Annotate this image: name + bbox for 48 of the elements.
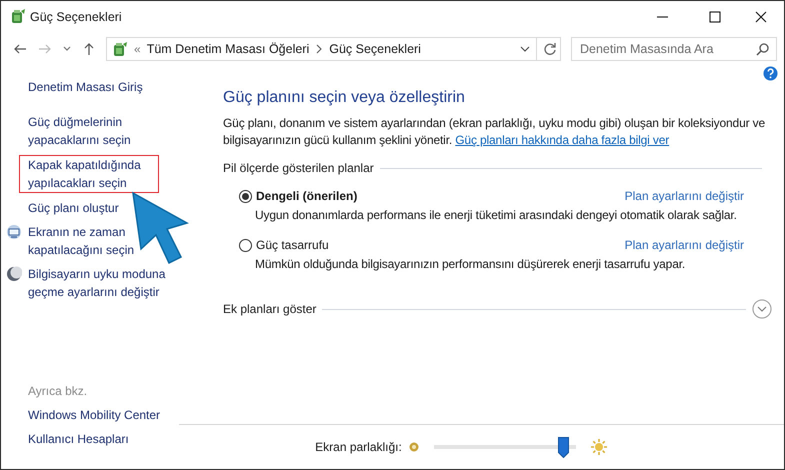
maximize-icon — [709, 10, 721, 22]
plan-description: Mümkün olduğunda bilgisayarınızın performansını düşürerek enerji tasarrufu yapar. — [255, 256, 686, 273]
plan-name: Güç tasarrufu — [256, 238, 329, 252]
description-text: Güç planı, donanım ve sistem ayarlarından (ekran parlaklığı, uyku modu gibi) oluşan bir koleksiyondur ve bilgisayarınızın gücü kullanım şeklini yönetir. Güç planları hakkında daha fazla bilgi ver — [223, 115, 766, 149]
moon-icon — [6, 266, 22, 282]
section-title: Ayrıca bkz. — [28, 384, 88, 398]
radio-button[interactable] — [239, 190, 252, 202]
window-title: Güç Seçenekleri — [30, 10, 122, 24]
slider-thumb[interactable] — [558, 436, 570, 458]
sidebar-link[interactable]: Güç planı oluştur — [28, 199, 125, 217]
sidebar-link[interactable]: Güç düğmelerinin yapacaklarını seçin — [28, 113, 194, 149]
help-icon[interactable] — [763, 66, 778, 81]
chevron-right-icon — [315, 44, 324, 54]
plan-name: Dengeli (önerilen) — [256, 189, 358, 203]
forward-icon — [38, 42, 52, 56]
display-icon — [6, 224, 22, 240]
search-field[interactable]: Denetim Masasında Ara — [571, 37, 777, 61]
address-bar[interactable]: « Tüm Denetim Masası Öğeleri Güç Seçenekleri — [106, 37, 561, 61]
minimize-icon — [656, 16, 668, 18]
breadcrumb[interactable]: Güç Seçenekleri — [329, 42, 421, 56]
search-icon — [756, 42, 770, 56]
app-icon — [9, 8, 26, 25]
app-icon — [111, 40, 128, 58]
close-icon — [755, 10, 767, 22]
dim-sun-icon — [408, 441, 420, 453]
group-label: Pil ölçerde gösterilen planlar — [223, 161, 374, 175]
plan-settings-link[interactable]: Plan ayarlarını değiştir — [624, 238, 744, 252]
dropdown-caret-icon — [520, 44, 530, 54]
brightness-label: Ekran parlaklığı: — [315, 440, 402, 454]
radio-button[interactable] — [239, 238, 252, 252]
overflow-chevron[interactable]: « — [134, 42, 141, 56]
breadcrumb[interactable]: Tüm Denetim Masası Öğeleri — [146, 42, 310, 56]
refresh-icon[interactable] — [543, 42, 557, 56]
sidebar-link[interactable]: Kapak kapatıldığında yapılacakları seçin — [19, 155, 159, 193]
sidebar-link[interactable]: Windows Mobility Center — [28, 406, 201, 424]
sidebar-link[interactable]: Kullanıcı Hesapları — [28, 430, 201, 448]
expand-button[interactable] — [752, 299, 772, 319]
sidebar-link[interactable]: Denetim Masası Giriş — [28, 78, 149, 96]
sidebar-link[interactable]: Ekranın ne zaman kapatılacağını seçin — [28, 223, 194, 259]
bright-sun-icon — [590, 438, 608, 456]
group-label: Ek planları göster — [223, 302, 316, 316]
plan-description: Uygun donanımlarda performans ile enerji tüketimi arasındaki dengeyi otomatik olarak sağlar. — [255, 207, 738, 224]
help-link[interactable]: Güç planları hakkında daha fazla bilgi ver — [455, 133, 670, 147]
sidebar-link[interactable]: Bilgisayarın uyku moduna geçme ayarlarını değiştir — [28, 265, 194, 301]
page-heading: Güç planını seçin veya özelleştirin — [223, 89, 466, 107]
plan-settings-link[interactable]: Plan ayarlarını değiştir — [624, 189, 744, 203]
back-icon — [12, 42, 27, 56]
chevron-down-icon — [752, 299, 772, 319]
